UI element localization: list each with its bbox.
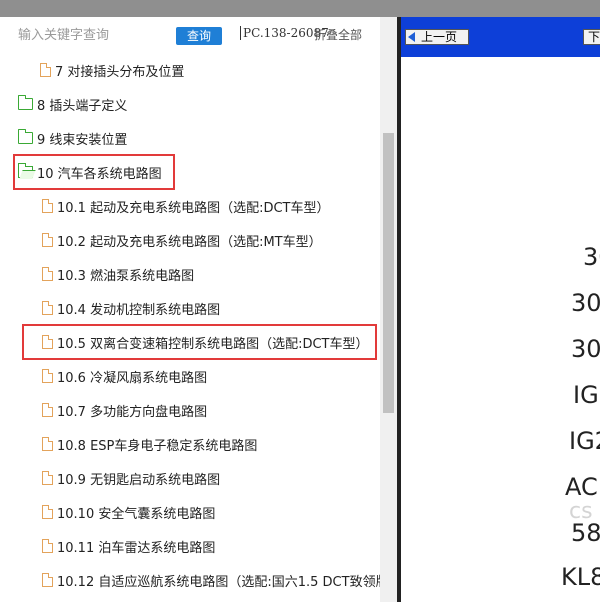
tree-item-label: 9 线束安装位置 [37, 132, 128, 148]
collapse-all-button[interactable]: 折叠全部 [314, 26, 362, 43]
prev-page-button[interactable]: 上一页 [405, 29, 469, 45]
document-icon [42, 471, 53, 485]
tree-doc-item[interactable]: 10.12 自适应巡航系统电路图（选配:国六1.5 DCT致领版 [42, 563, 389, 597]
tree-item-label: 10.3 燃油泵系统电路图 [57, 268, 195, 284]
document-icon [42, 505, 53, 519]
highlight-box [22, 324, 377, 360]
prev-page-label: 上一页 [421, 30, 458, 44]
tree-item-label: 10.10 安全气囊系统电路图 [57, 506, 216, 522]
document-tree-panel: 查询 PC.138-26087 折叠全部 7 对接插头分布及位置 8 插头端子定义… [0, 17, 397, 602]
tree-item-label: 10.9 无钥匙启动系统电路图 [57, 472, 221, 488]
arrow-left-icon [408, 32, 415, 42]
tree-item-label: 10.2 起动及充电系统电路图（选配:MT车型） [57, 234, 322, 250]
pin-label: 30 [583, 243, 600, 271]
document-icon [42, 369, 53, 383]
document-icon [42, 539, 53, 553]
tree-doc-item[interactable]: 10.4 发动机控制系统电路图 [42, 291, 220, 325]
pin-label: IG2 [569, 427, 600, 455]
tree-doc-item[interactable]: 10.1 起动及充电系统电路图（选配:DCT车型） [42, 189, 330, 223]
pin-label: KL8 [561, 563, 600, 591]
tree-doc-item[interactable]: 10.3 燃油泵系统电路图 [42, 257, 194, 291]
tree-scrollbar[interactable] [380, 17, 397, 602]
title-bar [0, 0, 600, 17]
tree-item-label: 10.1 起动及充电系统电路图（选配:DCT车型） [57, 200, 330, 216]
tree-folder-item[interactable]: 8 插头端子定义 [18, 87, 127, 121]
tree-item-label: 8 插头端子定义 [37, 98, 128, 114]
document-icon [42, 301, 53, 315]
tree-doc-item[interactable]: 7 对接插头分布及位置 [40, 53, 184, 87]
tree-doc-item[interactable]: 10.8 ESP车身电子稳定系统电路图 [42, 427, 257, 461]
tree-doc-item[interactable]: 10.9 无钥匙启动系统电路图 [42, 461, 220, 495]
scrollbar-thumb[interactable] [383, 133, 394, 413]
document-icon [42, 267, 53, 281]
tree-doc-item[interactable]: 10.7 多功能方向盘电路图 [42, 393, 207, 427]
tree-item-label: 10.12 自适应巡航系统电路图（选配:国六1.5 DCT致领版 [57, 574, 389, 590]
tree-folder-item[interactable]: 9 线束安装位置 [18, 121, 127, 155]
folder-icon [18, 95, 33, 110]
diagram-viewer: 上一页 下 303030IGIG2AC58KL8 cs [401, 17, 600, 602]
document-icon [42, 199, 53, 213]
watermark-text: cs [569, 499, 593, 524]
tree-item-label: 7 对接插头分布及位置 [55, 64, 185, 80]
tree-doc-item[interactable]: 10.10 安全气囊系统电路图 [42, 495, 215, 529]
folder-icon [18, 129, 33, 144]
document-icon [42, 233, 53, 247]
tree-doc-item[interactable]: 10.11 泊车雷达系统电路图 [42, 529, 215, 563]
viewer-nav-bar: 上一页 下 [401, 17, 600, 57]
document-icon [42, 573, 53, 587]
pin-label: IG [573, 381, 599, 409]
tree-item-label: 10.8 ESP车身电子稳定系统电路图 [57, 438, 258, 454]
tree-doc-item[interactable]: 10.2 起动及充电系统电路图（选配:MT车型） [42, 223, 322, 257]
highlight-box [13, 154, 175, 190]
search-row: 查询 PC.138-26087 折叠全部 [0, 17, 397, 53]
pin-label: 30 [571, 289, 600, 317]
document-icon [42, 437, 53, 451]
tree-item-label: 10.4 发动机控制系统电路图 [57, 302, 221, 318]
tree-item-label: 10.6 冷凝风扇系统电路图 [57, 370, 208, 386]
pin-label: AC [565, 473, 598, 501]
pin-label: 30 [571, 335, 600, 363]
tree-item-label: 10.11 泊车雷达系统电路图 [57, 540, 216, 556]
document-icon [42, 403, 53, 417]
query-button[interactable]: 查询 [176, 27, 222, 45]
search-input[interactable] [18, 25, 168, 45]
tree-item-label: 10.7 多功能方向盘电路图 [57, 404, 208, 420]
document-icon [40, 63, 51, 77]
next-page-button[interactable]: 下 [583, 29, 600, 45]
tree-doc-item[interactable]: 10.6 冷凝风扇系统电路图 [42, 359, 207, 393]
